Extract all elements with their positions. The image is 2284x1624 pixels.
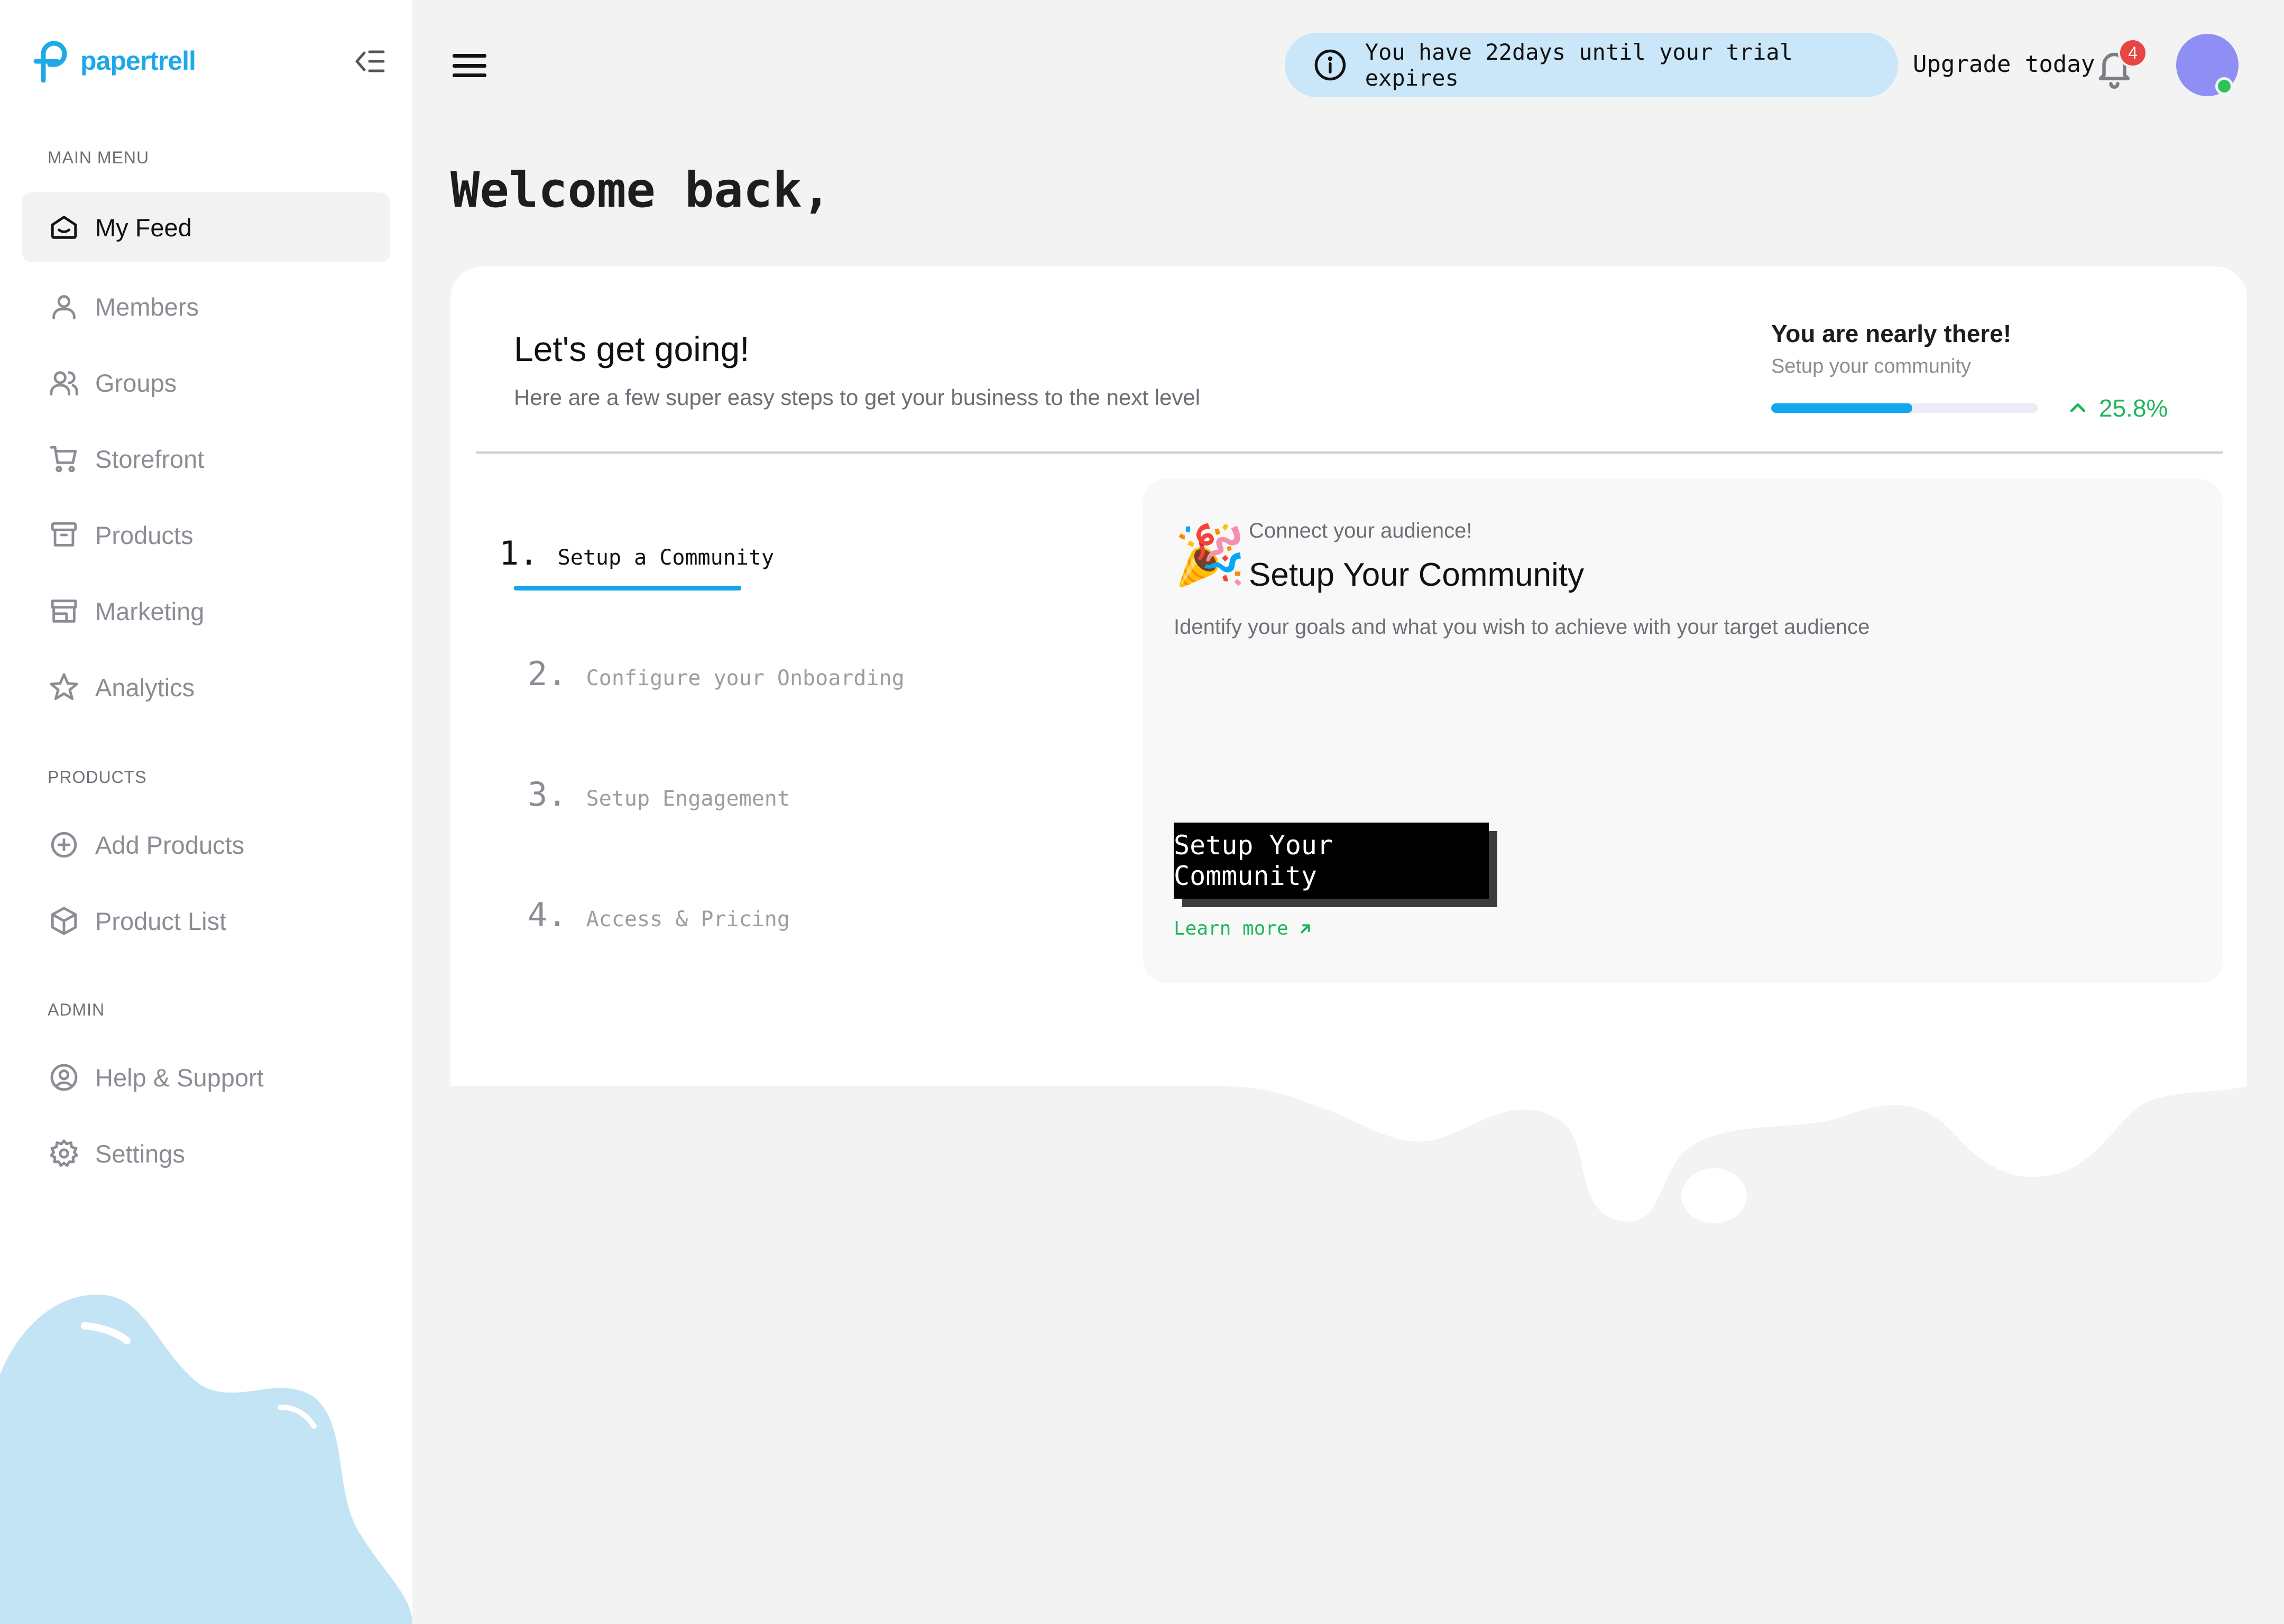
trial-message: You have 22days until your trial expires [1365, 39, 1793, 91]
collapse-menu-icon [355, 50, 385, 72]
onboarding-subtitle: Here are a few super easy steps to get y… [514, 385, 1201, 410]
sidebar-item-label: Help & Support [95, 1063, 264, 1092]
sidebar-item-settings[interactable]: Settings [22, 1119, 390, 1188]
panel-description: Identify your goals and what you wish to… [1174, 615, 1870, 639]
step-label: Setup Engagement [586, 787, 790, 811]
onboarding-title: Let's get going! [514, 329, 750, 368]
page-title: Welcome back, [450, 162, 832, 218]
sidebar-item-add-products[interactable]: Add Products [22, 810, 390, 880]
section-label-admin: ADMIN [48, 1000, 105, 1019]
step-4[interactable]: 4. Access & Pricing [528, 896, 790, 934]
sidebar-item-analytics[interactable]: Analytics [22, 652, 390, 722]
sidebar-item-label: My Feed [95, 213, 192, 242]
user-icon [52, 295, 76, 320]
progress-subtitle: Setup your community [1771, 355, 1972, 377]
home-icon [51, 216, 77, 239]
active-step-indicator [514, 586, 741, 590]
section-label-products: PRODUCTS [48, 768, 147, 787]
decorative-blob [0, 1294, 412, 1624]
progress-percent-label: 25.8% [2099, 394, 2168, 422]
party-popper-icon: 🎉 [1174, 523, 1246, 588]
brand-name: papertrell [80, 46, 196, 76]
sidebar-item-label: Members [95, 292, 199, 321]
learn-more-label: Learn more [1174, 918, 1288, 939]
users-icon [50, 371, 78, 396]
step-3[interactable]: 3. Setup Engagement [528, 775, 790, 814]
progress-summary: You are nearly there! Setup your communi… [1771, 319, 2189, 422]
online-status-dot [2215, 77, 2233, 95]
plus-circle-icon [51, 832, 77, 858]
setup-community-button[interactable]: Setup Your Community [1174, 823, 1489, 899]
progress-percent: 25.8% [2067, 394, 2168, 422]
trial-banner[interactable]: You have 22days until your trial expires [1285, 33, 1898, 97]
sidebar-item-label: Groups [95, 368, 177, 397]
notification-badge: 4 [2118, 38, 2148, 68]
sidebar-item-my-feed[interactable]: My Feed [22, 192, 390, 262]
sidebar-item-products[interactable]: Products [22, 500, 390, 570]
step-number: 2. [528, 654, 567, 693]
info-icon [1314, 49, 1346, 81]
hamburger-line [453, 63, 486, 68]
section-label-main-menu: MAIN MENU [48, 148, 150, 167]
sidebar-item-label: Storefront [95, 445, 205, 473]
logo[interactable]: papertrell [32, 38, 196, 84]
learn-more-link[interactable]: Learn more [1174, 918, 1314, 939]
step-detail-panel: 🎉 Connect your audience! Setup Your Comm… [1143, 479, 2223, 983]
papertrell-logo-icon [33, 41, 67, 83]
progress-bar-fill [1771, 403, 1913, 413]
sidebar-item-label: Add Products [95, 831, 245, 859]
sidebar-item-label: Product List [95, 907, 227, 935]
gear-icon [50, 1139, 78, 1167]
panel-title: Setup Your Community [1249, 557, 1585, 593]
store-icon [51, 599, 77, 623]
step-label: Setup a Community [557, 546, 775, 570]
panel-kicker: Connect your audience! [1249, 519, 1472, 542]
step-number: 1. [499, 534, 539, 573]
hamburger-line [453, 54, 486, 58]
decorative-drip [450, 1078, 2247, 1223]
step-number: 4. [528, 896, 567, 934]
sidebar-item-label: Analytics [95, 673, 195, 702]
step-label: Access & Pricing [586, 907, 790, 931]
sidebar-item-storefront[interactable]: Storefront [22, 424, 390, 494]
sidebar-item-help-support[interactable]: Help & Support [22, 1042, 390, 1112]
user-circle-icon [50, 1064, 78, 1091]
menu-toggle-button[interactable] [449, 51, 490, 80]
archive-icon [51, 522, 77, 547]
step-2[interactable]: 2. Configure your Onboarding [528, 654, 905, 693]
hamburger-line [453, 73, 486, 77]
sidebar-item-members[interactable]: Members [22, 272, 390, 342]
sidebar-item-marketing[interactable]: Marketing [22, 576, 390, 646]
sidebar-item-label: Products [95, 521, 194, 549]
collapse-sidebar-button[interactable] [353, 44, 387, 78]
progress-bar [1771, 403, 2038, 413]
chevron-up-icon [2070, 403, 2086, 412]
star-icon [50, 673, 78, 700]
divider [476, 451, 2223, 454]
onboarding-card: Let's get going! Here are a few super ea… [450, 266, 2247, 1086]
sidebar: papertrell MAIN MENU My Feed Members Gro… [0, 0, 412, 1624]
step-1[interactable]: 1. Setup a Community [499, 534, 774, 573]
arrow-up-right-icon [1301, 924, 1310, 934]
sidebar-item-label: Marketing [95, 597, 205, 625]
step-number: 3. [528, 775, 567, 814]
sidebar-item-product-list[interactable]: Product List [22, 886, 390, 956]
cart-icon [50, 446, 77, 473]
sidebar-item-label: Settings [95, 1139, 185, 1168]
progress-title: You are nearly there! [1771, 320, 2012, 347]
step-label: Configure your Onboarding [586, 666, 905, 690]
sidebar-item-groups[interactable]: Groups [22, 348, 390, 418]
upgrade-link[interactable]: Upgrade today [1913, 51, 2095, 78]
box-icon [51, 907, 77, 935]
